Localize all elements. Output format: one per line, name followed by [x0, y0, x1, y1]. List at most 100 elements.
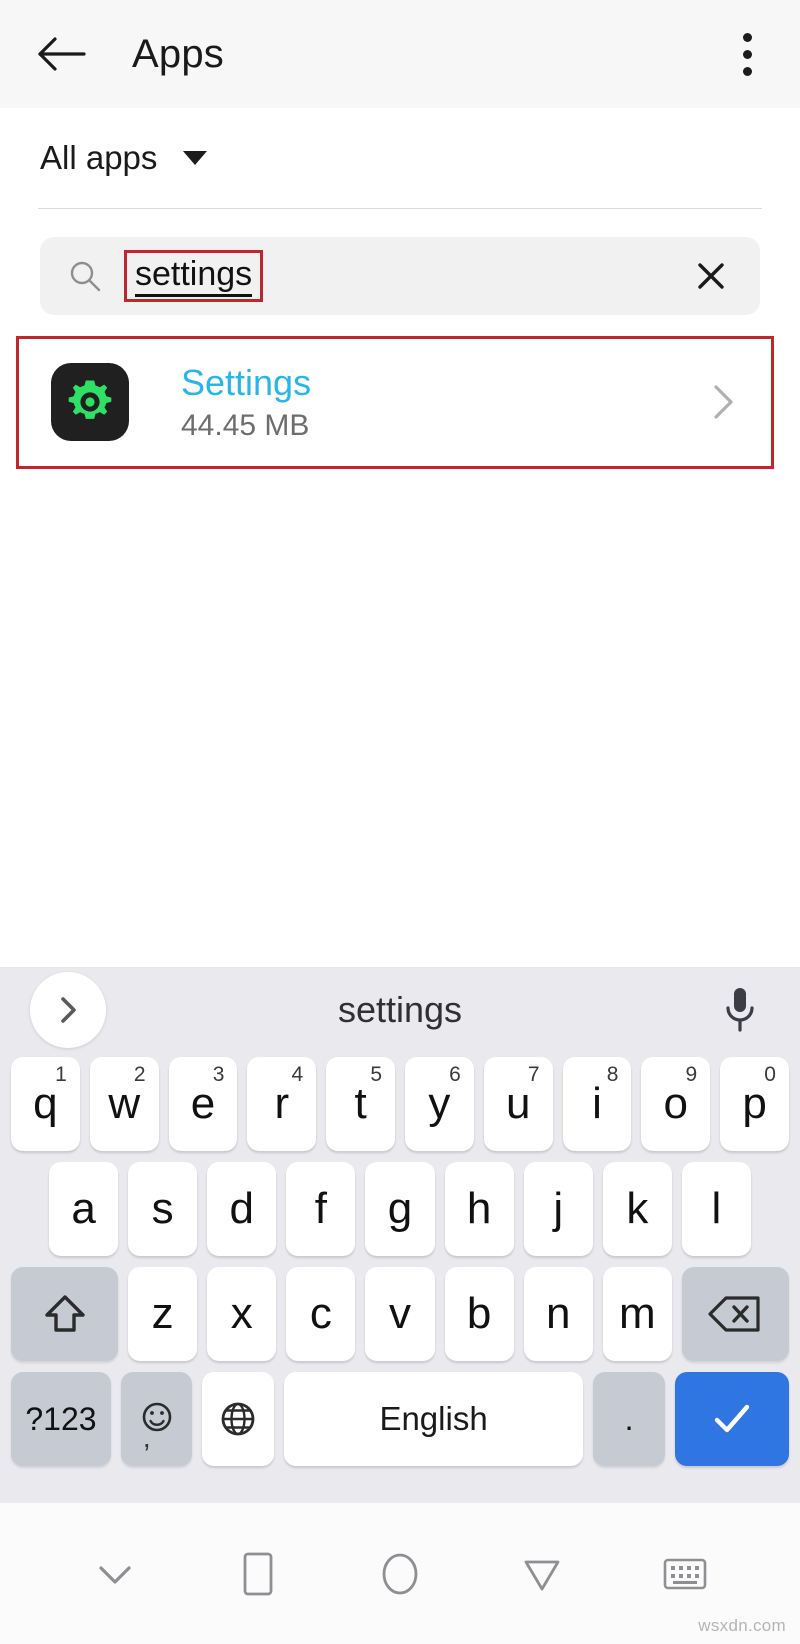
shift-key[interactable] — [11, 1267, 119, 1361]
key-number-hint: 8 — [606, 1063, 619, 1086]
app-header: Apps — [0, 0, 800, 108]
backspace-key[interactable] — [681, 1267, 790, 1361]
key-label: k — [626, 1184, 649, 1233]
key-r[interactable]: 4r — [247, 1057, 317, 1151]
key-label: l — [711, 1184, 722, 1233]
keyboard-row-4: ?123 , English . — [0, 1368, 800, 1480]
clear-search-button[interactable] — [688, 253, 734, 299]
key-label: y — [428, 1079, 451, 1128]
recents-button[interactable] — [222, 1538, 294, 1610]
key-label: e — [190, 1079, 216, 1128]
period-key[interactable]: . — [593, 1372, 665, 1466]
key-label: m — [619, 1289, 656, 1338]
key-p[interactable]: 0p — [720, 1057, 789, 1151]
list-item[interactable]: Settings 44.45 MB — [19, 339, 771, 466]
keyboard-switch-button[interactable] — [649, 1538, 721, 1610]
back-button-nav[interactable] — [506, 1538, 578, 1610]
hide-keyboard-button[interactable] — [79, 1538, 151, 1610]
key-label: x — [230, 1289, 253, 1338]
key-label: ?123 — [25, 1400, 97, 1437]
enter-key[interactable] — [674, 1372, 790, 1466]
check-enter-icon — [714, 1404, 750, 1433]
key-m[interactable]: m — [602, 1267, 672, 1361]
globe-language-icon — [221, 1402, 255, 1436]
key-t[interactable]: 5t — [326, 1057, 395, 1151]
key-label: g — [387, 1184, 413, 1233]
search-bar[interactable]: settings — [40, 237, 760, 315]
key-label: z — [151, 1289, 174, 1338]
app-size: 44.45 MB — [181, 408, 310, 442]
key-number-hint: 1 — [55, 1063, 67, 1086]
key-number-hint: 7 — [527, 1063, 540, 1086]
key-label: b — [466, 1289, 492, 1338]
search-icon — [68, 259, 102, 293]
apps-filter-dropdown[interactable]: All apps — [0, 108, 800, 208]
gear-icon — [68, 380, 112, 420]
key-label: r — [274, 1079, 290, 1128]
key-h[interactable]: h — [444, 1162, 514, 1256]
keyboard-suggestion-bar: settings — [0, 967, 800, 1053]
key-label: . — [624, 1400, 634, 1437]
watermark: wsxdn.com — [698, 1616, 786, 1635]
key-y[interactable]: 6y — [405, 1057, 474, 1151]
key-n[interactable]: n — [523, 1267, 593, 1361]
key-label: a — [71, 1184, 96, 1233]
key-label: c — [309, 1289, 332, 1338]
key-d[interactable]: d — [207, 1162, 277, 1256]
key-w[interactable]: 2w — [89, 1057, 159, 1151]
key-number-hint: 4 — [291, 1063, 304, 1086]
home-circle-icon — [382, 1553, 418, 1594]
back-button[interactable] — [34, 26, 90, 82]
caret-down-icon — [183, 151, 208, 165]
space-key[interactable]: English — [283, 1372, 584, 1466]
key-o[interactable]: 9o — [641, 1057, 711, 1151]
key-number-hint: 3 — [212, 1063, 225, 1086]
key-label: j — [553, 1184, 564, 1233]
keyboard-row-1: 1q 2w 3e 4r 5t 6y 7u 8i 9o 0p — [0, 1053, 800, 1158]
language-key[interactable] — [202, 1372, 274, 1466]
key-number-hint: 9 — [685, 1063, 698, 1086]
key-number-hint: 0 — [764, 1063, 776, 1086]
page-title: Apps — [132, 31, 224, 76]
key-label: t — [354, 1079, 367, 1128]
key-label: v — [389, 1289, 411, 1338]
key-b[interactable]: b — [444, 1267, 514, 1361]
search-result-annotation: Settings 44.45 MB — [16, 336, 774, 469]
key-i[interactable]: 8i — [562, 1057, 632, 1151]
chevron-down-back-icon — [99, 1565, 131, 1584]
key-label: d — [229, 1184, 255, 1233]
overflow-menu-icon — [742, 49, 752, 59]
key-s[interactable]: s — [128, 1162, 198, 1256]
list-item-text: Settings 44.45 MB — [181, 363, 703, 442]
key-c[interactable]: c — [286, 1267, 356, 1361]
app-icon — [51, 363, 129, 442]
backspace-icon — [708, 1296, 761, 1332]
key-a[interactable]: a — [49, 1162, 119, 1256]
key-u[interactable]: 7u — [483, 1057, 553, 1151]
key-k[interactable]: k — [602, 1162, 672, 1256]
key-j[interactable]: j — [523, 1162, 593, 1256]
key-l[interactable]: l — [681, 1162, 751, 1256]
system-navigation-bar — [0, 1503, 800, 1644]
symbols-key[interactable]: ?123 — [11, 1372, 111, 1466]
key-q[interactable]: 1q — [11, 1057, 80, 1151]
emoji-key-comma-label: , — [142, 1422, 151, 1453]
key-x[interactable]: x — [207, 1267, 277, 1361]
emoji-key[interactable]: , — [120, 1372, 193, 1466]
overflow-menu-button[interactable] — [722, 24, 772, 84]
key-z[interactable]: z — [128, 1267, 198, 1361]
key-f[interactable]: f — [286, 1162, 356, 1256]
key-v[interactable]: v — [365, 1267, 435, 1361]
key-label: s — [151, 1184, 174, 1233]
key-e[interactable]: 3e — [168, 1057, 238, 1151]
chevron-right-icon — [703, 382, 743, 422]
back-triangle-icon — [524, 1560, 560, 1590]
home-button[interactable] — [364, 1538, 436, 1610]
key-label: w — [108, 1079, 141, 1128]
search-input[interactable]: settings — [135, 256, 253, 297]
arrow-left-icon — [38, 37, 86, 71]
suggestion-word[interactable]: settings — [0, 989, 800, 1031]
overflow-menu-icon — [742, 66, 752, 76]
keyboard-icon — [663, 1558, 707, 1589]
key-g[interactable]: g — [365, 1162, 435, 1256]
